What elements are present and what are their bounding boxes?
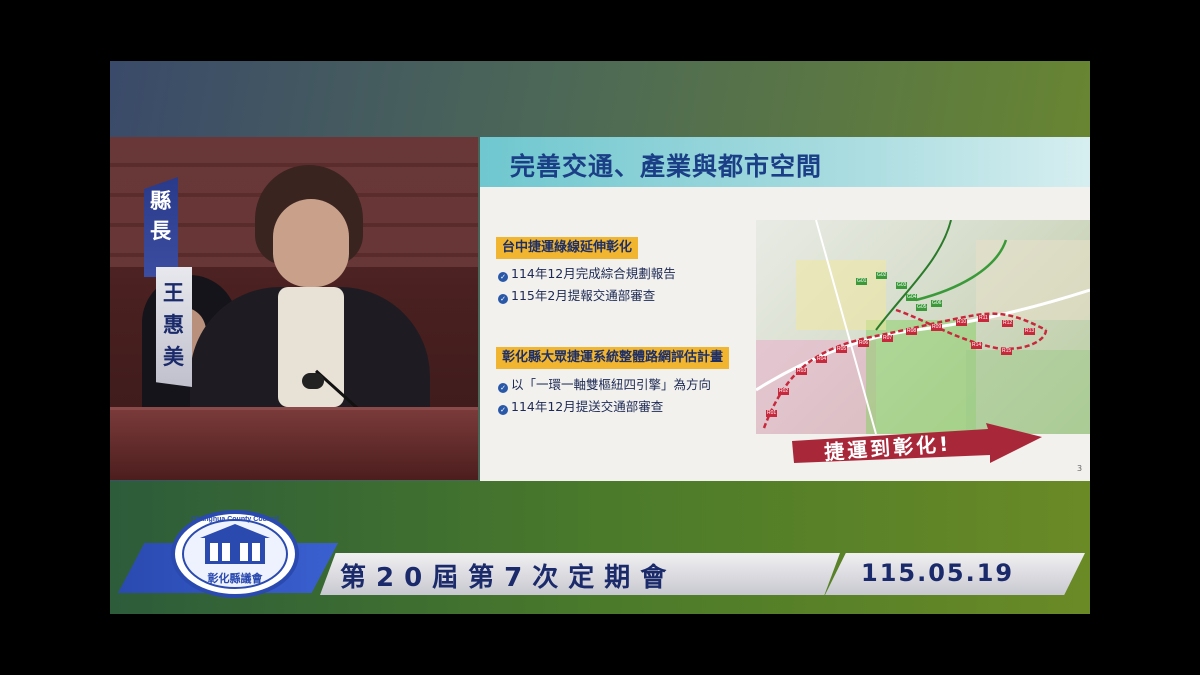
map-station-label: R03	[796, 368, 808, 375]
slide-header: 完善交通、產業與都市空間	[480, 137, 1090, 187]
council-seal-icon: Changhua County Council 彰化縣議會	[171, 510, 299, 598]
map-graphic	[756, 220, 1090, 434]
bullet-item: ✓ 114年12月完成綜合規劃報告	[498, 265, 676, 283]
map-station-label: R15	[1001, 348, 1013, 355]
banner-name-char: 美	[163, 345, 184, 369]
map-station-label: G03	[896, 282, 908, 289]
bullet-item: ✓ 以「一環一軸雙樞紐四引擎」為方向	[498, 376, 711, 394]
session-title: 第20屆第7次定期會	[340, 563, 677, 593]
map-station-label: R14	[971, 342, 983, 349]
map-station-label: R12	[1002, 320, 1014, 327]
council-logo: Changhua County Council 彰化縣議會	[170, 510, 300, 598]
bullet-item: ✓ 114年12月提送交通部審查	[498, 398, 663, 416]
bullet-item: ✓ 115年2月提報交通部審查	[498, 287, 655, 305]
metro-route-map: R01 R02 R03 R04 R05 R06 R07 R08 R09 R10 R11 R12 R13 R…	[756, 220, 1090, 434]
map-station-label: R06	[858, 340, 870, 347]
map-station-label: G01	[856, 278, 868, 285]
map-station-label: R10	[956, 319, 968, 326]
banner-title-char: 縣	[150, 189, 171, 213]
check-icon: ✓	[498, 405, 508, 415]
section-label-green-line: 台中捷運綠線延伸彰化	[496, 237, 639, 259]
map-station-label: G04	[906, 294, 918, 301]
speaker-face	[273, 199, 349, 287]
presentation-slide: 完善交通、產業與都市空間 台中捷運綠線延伸彰化 ✓ 114年12月完成綜合規劃報告…	[480, 137, 1090, 481]
banner-name-char: 惠	[163, 313, 184, 337]
check-icon: ✓	[498, 294, 508, 304]
map-station-label: G05	[916, 304, 928, 311]
svg-text:彰化縣議會: 彰化縣議會	[208, 571, 264, 585]
slide-title: 完善交通、產業與都市空間	[510, 152, 823, 181]
speaker-video: 縣 長 王 惠 美	[110, 137, 478, 480]
section-label-network-plan: 彰化縣大眾捷運系統整體路網評估計畫	[496, 347, 730, 369]
map-station-label: R13	[1024, 328, 1036, 335]
map-station-label: R05	[836, 346, 848, 353]
microphone-icon	[302, 373, 324, 389]
check-icon: ✓	[498, 272, 508, 282]
map-station-label: G06	[931, 300, 943, 307]
map-station-label: R09	[931, 324, 943, 331]
banner-title-char: 長	[150, 219, 171, 243]
slide-page-number: 3	[1077, 464, 1083, 473]
podium	[110, 407, 478, 480]
session-date: 115.05.19	[861, 559, 1015, 587]
svg-text:Changhua County Council: Changhua County Council	[191, 516, 279, 523]
map-station-label: R11	[978, 315, 989, 322]
speaker-name-banner: 縣 長 王 惠 美	[144, 177, 194, 392]
map-station-label: G02	[876, 272, 888, 279]
broadcast-frame: 縣 長 王 惠 美 完善交通、產業與都市空間 台中捷運綠線延伸彰化 ✓ 114年1…	[110, 61, 1090, 614]
map-station-label: R07	[882, 335, 894, 342]
check-icon: ✓	[498, 383, 508, 393]
map-station-label: R08	[906, 328, 918, 335]
map-station-label: R02	[778, 388, 790, 395]
map-station-label: R01	[766, 410, 778, 417]
banner-name-char: 王	[163, 281, 184, 305]
map-station-label: R04	[816, 356, 828, 363]
